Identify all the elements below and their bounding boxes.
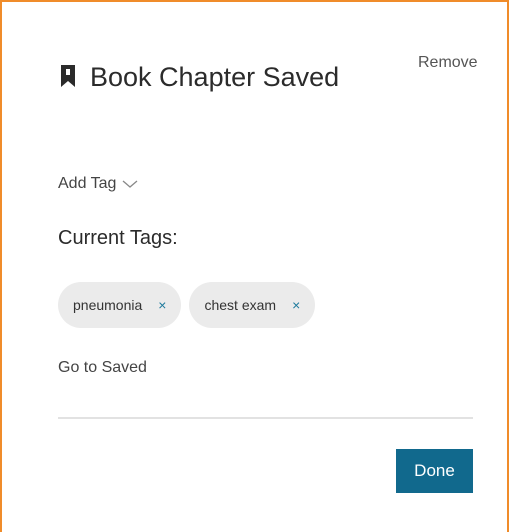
tag-label: pneumonia — [73, 297, 143, 313]
tag-chip: chest exam × — [189, 282, 316, 328]
chevron-down-icon — [122, 180, 138, 188]
bookmark-icon — [61, 65, 75, 87]
divider — [58, 417, 473, 419]
go-to-saved-link[interactable]: Go to Saved — [58, 359, 147, 377]
page-title-text: Book Chapter Saved — [90, 62, 340, 92]
tag-list: pneumonia × chest exam × — [58, 282, 323, 328]
remove-button[interactable]: Remove — [418, 54, 478, 72]
tag-label: chest exam — [204, 297, 277, 313]
save-confirmation-panel: Book Chapter Saved Remove Add Tag Curren… — [0, 0, 509, 532]
close-icon[interactable]: × — [292, 297, 300, 313]
close-icon[interactable]: × — [158, 297, 166, 313]
page-title: Book Chapter Saved — [58, 60, 358, 94]
tag-chip: pneumonia × — [58, 282, 182, 328]
add-tag-label: Add Tag — [58, 175, 117, 192]
add-tag-dropdown[interactable]: Add Tag — [58, 175, 138, 193]
current-tags-heading: Current Tags: — [58, 227, 178, 249]
done-button[interactable]: Done — [396, 449, 473, 493]
